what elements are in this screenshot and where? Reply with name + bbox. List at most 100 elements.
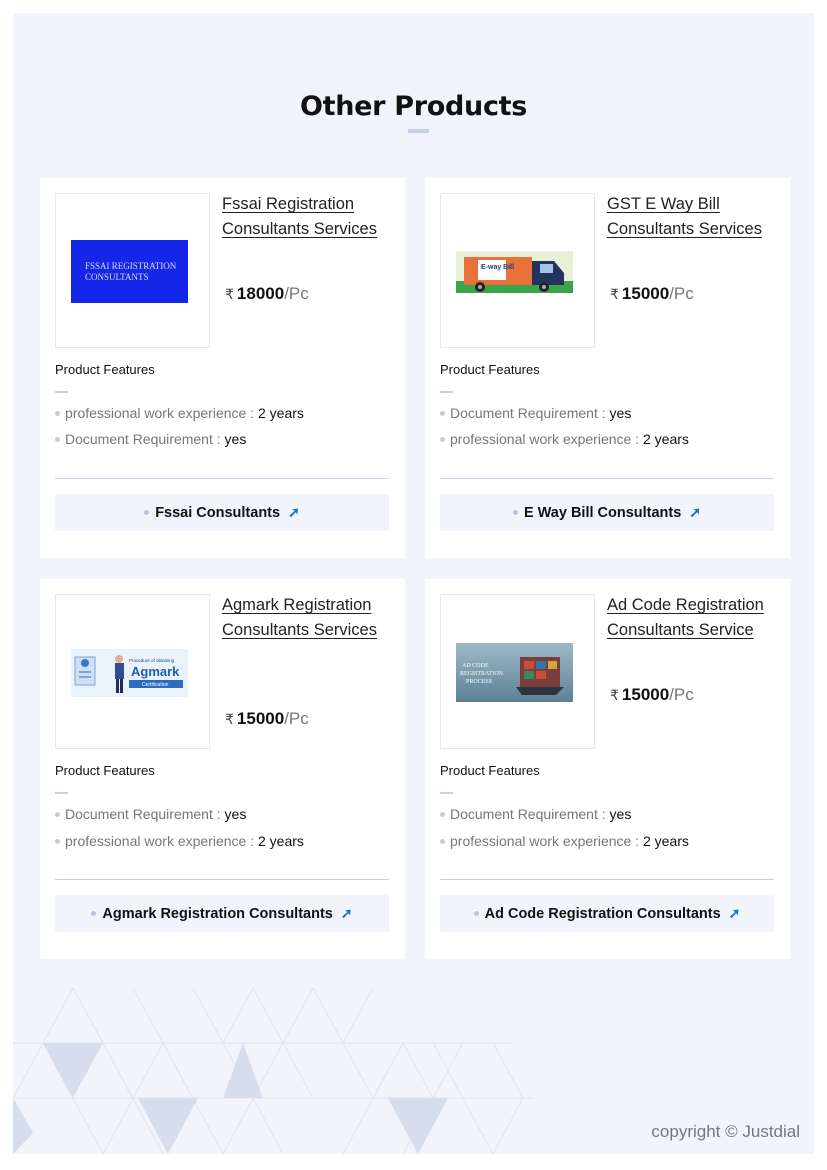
bullet-icon xyxy=(512,510,518,515)
features-underline xyxy=(440,792,453,794)
product-cta-button[interactable]: Ad Code Registration Consultants ➚ xyxy=(440,895,774,932)
image-caption: E-way Bill xyxy=(481,264,514,271)
product-price: ₹15000/Pc xyxy=(610,685,694,705)
image-caption-sub: Certification xyxy=(142,682,169,688)
product-price: ₹15000/Pc xyxy=(225,709,309,729)
price-amount: 15000 xyxy=(236,709,285,728)
features-label: Product Features xyxy=(55,362,155,377)
feature-value: 2 years xyxy=(643,833,689,849)
product-price: ₹18000/Pc xyxy=(225,284,309,304)
svg-text:REGISTRATION: REGISTRATION xyxy=(460,671,504,677)
product-image[interactable]: E-way Bill xyxy=(440,193,595,348)
rupee-icon: ₹ xyxy=(225,711,234,727)
feature-item: professional work experience : 2 years xyxy=(55,833,304,849)
price-unit: /Pc xyxy=(669,685,694,704)
cta-label: Ad Code Registration Consultants xyxy=(484,905,721,922)
feature-item: professional work experience : 2 years xyxy=(440,833,689,849)
bullet-icon xyxy=(55,410,60,416)
feature-label: professional work experience : xyxy=(65,833,258,849)
feature-label: professional work experience : xyxy=(450,833,643,849)
cta-label: E Way Bill Consultants xyxy=(523,504,682,521)
cta-label: Agmark Registration Consultants xyxy=(102,905,333,922)
features-underline xyxy=(440,391,453,393)
page-title: Other Products xyxy=(299,91,528,122)
product-card: E-way Bill GST E Way Bill Consultants Se… xyxy=(425,178,790,558)
copyright-text: copyright © Justdial xyxy=(651,1122,800,1141)
feature-label: Document Requirement : xyxy=(65,431,225,447)
product-title-link[interactable]: GST E Way Bill Consultants Services xyxy=(607,192,777,242)
feature-value: yes xyxy=(609,405,632,421)
feature-item: Document Requirement : yes xyxy=(55,806,246,822)
card-divider xyxy=(55,478,389,479)
rupee-icon: ₹ xyxy=(610,687,619,703)
product-card: Procedure of obtaining Agmark Certificat… xyxy=(40,579,405,959)
feature-item: professional work experience : 2 years xyxy=(55,405,304,421)
product-title-link[interactable]: Fssai Registration Consultants Services xyxy=(222,192,392,242)
price-unit: /Pc xyxy=(284,284,309,303)
card-divider xyxy=(55,879,389,880)
product-cta-button[interactable]: E Way Bill Consultants ➚ xyxy=(440,494,774,531)
feature-value: yes xyxy=(609,806,632,822)
card-divider xyxy=(440,478,774,479)
feature-value: 2 years xyxy=(258,833,304,849)
bullet-icon xyxy=(55,838,60,844)
bullet-icon xyxy=(55,811,60,817)
price-amount: 15000 xyxy=(621,685,670,704)
feature-label: Document Requirement : xyxy=(450,806,610,822)
rupee-icon: ₹ xyxy=(610,286,619,302)
feature-value: 2 years xyxy=(258,405,304,421)
svg-text:AD CODE: AD CODE xyxy=(462,663,489,669)
product-image[interactable]: Procedure of obtaining Agmark Certificat… xyxy=(55,594,210,749)
bullet-icon xyxy=(440,436,445,442)
price-amount: 18000 xyxy=(236,284,285,303)
bullet-icon xyxy=(440,410,445,416)
feature-label: Document Requirement : xyxy=(65,806,225,822)
feature-label: professional work experience : xyxy=(450,431,643,447)
features-label: Product Features xyxy=(440,763,540,778)
fssai-banner: FSSAI REGISTRATION CONSULTANTS xyxy=(71,240,188,303)
other-products-page: Other Products FSSAI REGISTRATION CONSUL… xyxy=(13,13,814,1154)
feature-item: Document Requirement : yes xyxy=(440,405,631,421)
bullet-icon xyxy=(55,436,60,442)
image-caption: Agmark xyxy=(131,664,180,679)
arrow-up-right-icon: ➚ xyxy=(340,905,353,921)
price-unit: /Pc xyxy=(284,709,309,728)
ad-code-image: AD CODE REGISTRATION PROCESS xyxy=(456,643,573,702)
cta-label: Fssai Consultants xyxy=(155,504,281,521)
product-cta-button[interactable]: Fssai Consultants ➚ xyxy=(55,494,389,531)
features-underline xyxy=(55,792,68,794)
eway-truck-image: E-way Bill xyxy=(456,251,573,293)
arrow-up-right-icon: ➚ xyxy=(728,905,741,921)
image-caption-top: Procedure of obtaining xyxy=(129,658,175,663)
product-image[interactable]: FSSAI REGISTRATION CONSULTANTS xyxy=(55,193,210,348)
feature-item: professional work experience : 2 years xyxy=(440,431,689,447)
product-card: AD CODE REGISTRATION PROCESS Ad Code Reg… xyxy=(425,579,790,959)
title-underline xyxy=(408,129,429,133)
price-amount: 15000 xyxy=(621,284,670,303)
arrow-up-right-icon: ➚ xyxy=(288,504,300,520)
feature-value: yes xyxy=(224,431,247,447)
agmark-image: Procedure of obtaining Agmark Certificat… xyxy=(71,649,188,697)
rupee-icon: ₹ xyxy=(225,286,234,302)
product-price: ₹15000/Pc xyxy=(610,284,694,304)
bullet-icon xyxy=(473,911,479,916)
bullet-icon xyxy=(144,510,150,515)
bullet-icon xyxy=(91,911,97,916)
arrow-up-right-icon: ➚ xyxy=(689,504,702,520)
image-caption: FSSAI REGISTRATION CONSULTANTS xyxy=(85,261,177,282)
bullet-icon xyxy=(440,811,445,817)
product-card: FSSAI REGISTRATION CONSULTANTS Fssai Reg… xyxy=(40,178,405,558)
bullet-icon xyxy=(440,838,445,844)
feature-item: Document Requirement : yes xyxy=(440,806,631,822)
svg-text:PROCESS: PROCESS xyxy=(466,679,492,685)
card-divider xyxy=(440,879,774,880)
product-title-link[interactable]: Ad Code Registration Consultants Service xyxy=(607,593,777,643)
features-underline xyxy=(55,391,68,393)
product-image[interactable]: AD CODE REGISTRATION PROCESS xyxy=(440,594,595,749)
triangle-pattern-background xyxy=(13,986,533,1154)
features-label: Product Features xyxy=(440,362,540,377)
product-title-link[interactable]: Agmark Registration Consultants Services xyxy=(222,593,392,643)
features-label: Product Features xyxy=(55,763,155,778)
product-cta-button[interactable]: Agmark Registration Consultants ➚ xyxy=(55,895,389,932)
feature-label: professional work experience : xyxy=(65,405,258,421)
